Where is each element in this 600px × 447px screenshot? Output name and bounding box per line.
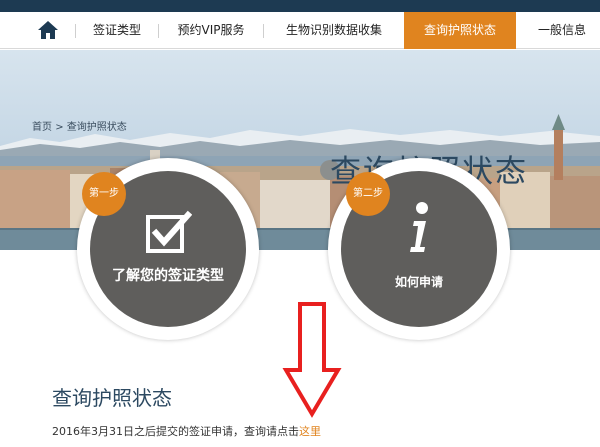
breadcrumb-home[interactable]: 首页 [32, 122, 52, 133]
status-query-text: 2016年3月31日之后提交的签证申请，查询请点击这里 [52, 423, 321, 439]
breadcrumb-current: 查询护照状态 [66, 122, 127, 133]
nav-item-visa-types[interactable]: 签证类型 [76, 12, 158, 49]
nav-item-biometrics[interactable]: 生物识别数据收集 [264, 12, 404, 49]
info-icon [410, 202, 428, 252]
step-badge: 第二步 [346, 172, 390, 216]
checkbox-icon [146, 210, 192, 253]
breadcrumb-separator: > [55, 122, 64, 133]
here-link[interactable]: 这里 [299, 425, 321, 438]
status-query-prefix: 2016年3月31日之后提交的签证申请，查询请点击 [52, 425, 299, 438]
nav-item-vip-appointment[interactable]: 预约VIP服务 [159, 12, 263, 49]
step-label: 了解您的签证类型 [112, 268, 224, 284]
section-title: 查询护照状态 [52, 386, 172, 410]
main-nav: 签证类型 预约VIP服务 生物识别数据收集 查询护照状态 一般信息 [0, 12, 600, 49]
breadcrumb: 首页 > 查询护照状态 [32, 118, 127, 133]
nav-item-passport-status[interactable]: 查询护照状态 [404, 12, 516, 49]
top-bar [0, 0, 600, 12]
step-badge: 第一步 [82, 172, 126, 216]
nav-item-general-info[interactable]: 一般信息 [524, 12, 600, 49]
down-arrow-icon [282, 302, 342, 418]
step-label: 如何申请 [394, 275, 443, 289]
home-icon[interactable] [36, 18, 60, 42]
